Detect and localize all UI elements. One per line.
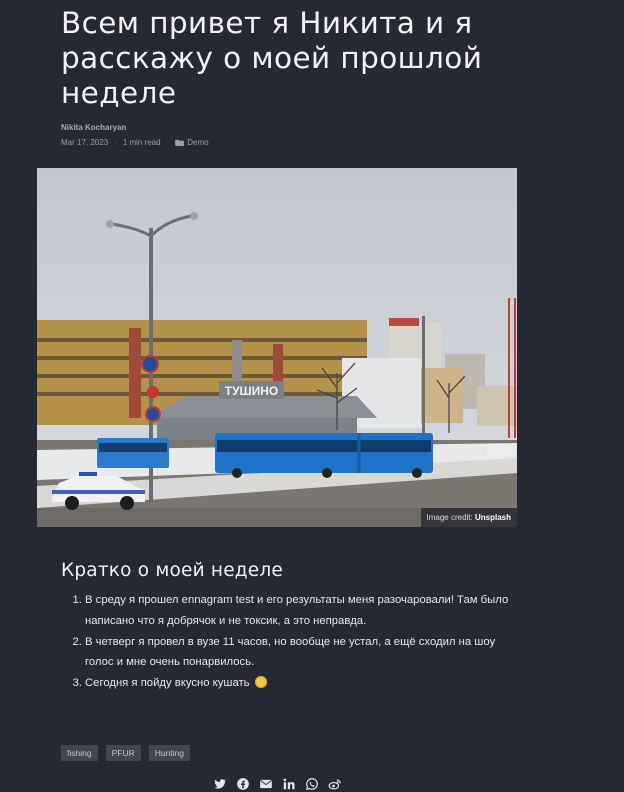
credit-source-link[interactable]: Unsplash — [475, 513, 511, 522]
image-credit: Image credit: Unsplash — [420, 508, 517, 527]
hero-image: ТУШИНО Image credit: Unsplash — [37, 168, 517, 527]
email-icon[interactable] — [259, 777, 273, 791]
station-sign: ТУШИНО — [225, 384, 278, 398]
meta-separator: · — [114, 138, 117, 147]
linkedin-icon[interactable] — [282, 777, 296, 791]
facebook-icon[interactable] — [236, 777, 250, 791]
share-bar — [213, 777, 342, 791]
weibo-icon[interactable] — [328, 777, 342, 791]
category-link[interactable]: Demo — [187, 138, 208, 147]
twitter-icon[interactable] — [213, 777, 227, 791]
post-date: Mar 17, 2023 — [61, 138, 109, 147]
list-item: В среду я прошел ennagram test и его рез… — [85, 590, 525, 632]
list-item-text: Сегодня я пойду вкусно кушать — [85, 677, 250, 690]
list-item-text: В четверг я провел в вузе 11 часов, но в… — [85, 635, 496, 669]
week-summary-list: В среду я прошел ennagram test и его рез… — [61, 590, 525, 694]
list-item: Сегодня я пойду вкусно кушать — [85, 673, 525, 694]
folder-icon — [175, 139, 185, 146]
post-title: Всем привет я Никита и я расскажу о моей… — [61, 6, 483, 110]
hero-photo: ТУШИНО — [37, 168, 517, 527]
tag-hunting[interactable]: Hunting — [148, 745, 191, 761]
read-time: 1 min read — [122, 138, 161, 147]
meta-separator: · — [166, 138, 170, 147]
post-author[interactable]: Nikita Kocharyan — [61, 123, 126, 132]
post-meta: Mar 17, 2023 · 1 min read · Demo — [61, 138, 209, 147]
list-item-text: В среду я прошел ennagram test и его рез… — [85, 594, 509, 627]
tag-fishing[interactable]: fishing — [61, 745, 98, 761]
section-heading: Кратко о моей неделе — [61, 560, 283, 581]
list-item: В четверг я провел в вузе 11 часов, но в… — [85, 632, 525, 674]
whatsapp-icon[interactable] — [305, 777, 319, 791]
smiling-face-emoji-icon — [254, 676, 267, 689]
tag-list: fishing PFUR Hunting — [61, 745, 191, 761]
tag-pfur[interactable]: PFUR — [105, 745, 141, 761]
credit-prefix: Image credit: — [426, 513, 473, 522]
